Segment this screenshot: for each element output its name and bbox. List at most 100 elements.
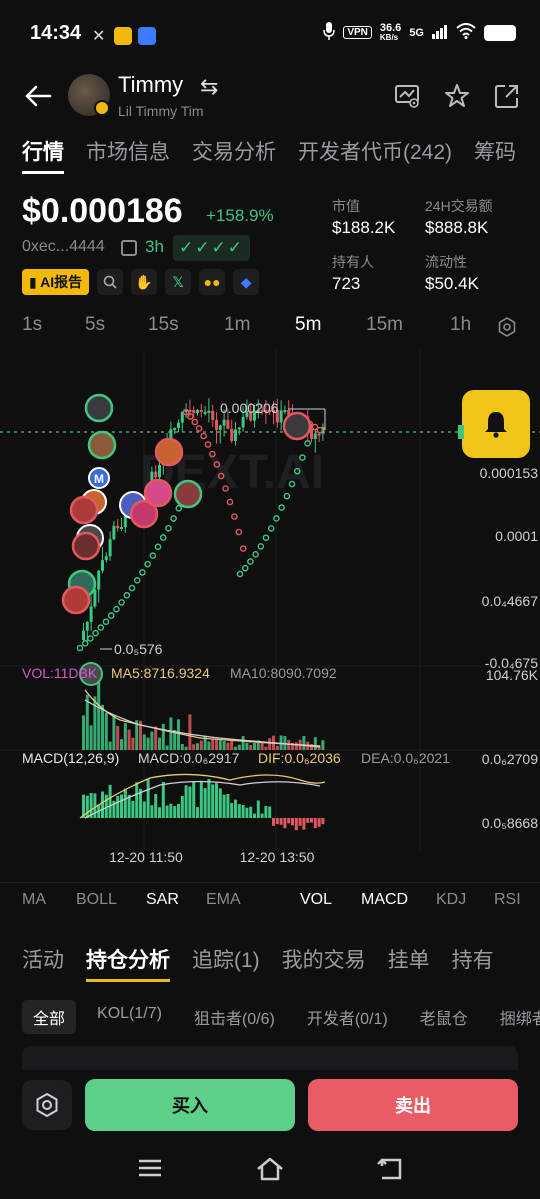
trader-marker (87, 430, 117, 460)
token-avatar (68, 74, 110, 116)
share-icon[interactable] (493, 82, 521, 110)
sar-dot (226, 498, 234, 506)
volume-bar (82, 715, 85, 750)
interval-15m[interactable]: 15m (366, 314, 403, 336)
menu-icon[interactable] (137, 1156, 167, 1184)
indicator-kdj[interactable]: KDJ (436, 891, 466, 909)
tab-dev-tokens[interactable]: 开发者代币(242) (298, 136, 452, 166)
buy-button[interactable]: 买入 (85, 1079, 295, 1131)
tab-orders[interactable]: 挂单 (388, 944, 430, 974)
tab-my-trades[interactable]: 我的交易 (282, 944, 366, 974)
interval-5s[interactable]: 5s (85, 314, 105, 336)
sell-button[interactable]: 卖出 (308, 1079, 518, 1131)
filter-developers[interactable]: 开发者(0/1) (296, 1000, 399, 1034)
star-icon[interactable] (443, 82, 471, 110)
candle (89, 606, 93, 622)
filter-insiders[interactable]: 老鼠仓 (409, 1000, 479, 1034)
macd-bar (272, 818, 275, 826)
back-arrow-icon[interactable] (22, 80, 54, 112)
filter-all[interactable]: 全部 (22, 1000, 77, 1034)
indicator-sar[interactable]: SAR (146, 891, 179, 909)
filter-kol[interactable]: KOL(1/7) (86, 1000, 173, 1034)
volume-bar (287, 739, 291, 750)
indicator-macd[interactable]: MACD (361, 891, 408, 909)
tab-chips[interactable]: 筹码 (474, 136, 516, 166)
swap-icon[interactable]: ⇆ (200, 74, 218, 100)
indicator-ma[interactable]: MA (22, 891, 46, 909)
macd-bar (302, 818, 306, 830)
macd-bar (150, 805, 154, 818)
macd-bar (123, 788, 127, 818)
indicator-rsi[interactable]: RSI (494, 891, 521, 909)
contract-address[interactable]: 0xec...4444 (22, 238, 105, 256)
chart-settings-icon[interactable] (496, 316, 518, 344)
macd-bar (321, 818, 325, 825)
macd-bar (165, 805, 169, 818)
x-twitter-icon[interactable]: 𝕏 (165, 269, 192, 295)
sar-dot (175, 505, 183, 512)
candle (218, 425, 222, 430)
sar-dot (231, 513, 238, 520)
price-alert-button[interactable] (462, 390, 530, 458)
macd-bar (317, 818, 321, 827)
filter-snipers[interactable]: 狙击者(0/6) (183, 1000, 286, 1034)
trader-marker (61, 585, 91, 615)
svg-text:M: M (94, 472, 104, 486)
volume-bar (253, 743, 256, 750)
candle (211, 410, 215, 420)
tab-tracking[interactable]: 追踪(1) (192, 944, 260, 974)
dea-value: DEA:0.0₆2021 (361, 750, 450, 766)
tab-market[interactable]: 行情 (22, 136, 64, 174)
holders-label: 持有人 (332, 254, 374, 270)
interval-1s[interactable]: 1s (22, 314, 42, 336)
interval-5m[interactable]: 5m (295, 314, 321, 336)
indicator-vol[interactable]: VOL (300, 891, 332, 909)
indicator-boll[interactable]: BOLL (76, 891, 117, 909)
tab-activity[interactable]: 活动 (22, 944, 64, 974)
macd-bar (237, 804, 241, 818)
monitor-watch-icon[interactable] (394, 82, 422, 110)
volume-bar (108, 741, 112, 750)
volume-bar (207, 741, 211, 750)
trade-settings-button[interactable] (22, 1080, 72, 1130)
tab-trade-analysis[interactable]: 交易分析 (192, 136, 276, 166)
tab-holdings-analysis[interactable]: 持仓分析 (86, 944, 170, 982)
hand-icon[interactable]: ✋ (131, 269, 158, 295)
sar-dot (241, 564, 249, 572)
home-icon[interactable] (255, 1156, 285, 1184)
ai-report-button[interactable]: ▮ AI报告 (22, 269, 90, 295)
sar-dot (247, 558, 254, 565)
interval-15s[interactable]: 15s (148, 314, 179, 336)
liquidity-value: $50.4K (425, 274, 479, 293)
macd-bar (135, 782, 139, 818)
wifi-icon (456, 23, 476, 42)
macd-bar (298, 818, 302, 826)
tab-holdings[interactable]: 持有 (452, 944, 494, 974)
back-nav-icon[interactable] (376, 1156, 406, 1184)
volume-value: $888.8K (425, 218, 489, 237)
macd-bar (234, 799, 237, 818)
volume-bar (268, 738, 272, 750)
interval-1h[interactable]: 1h (450, 314, 471, 336)
volume-bar (199, 740, 203, 750)
volume-axis-label: 104.76K (486, 667, 539, 683)
sar-dot (123, 592, 131, 599)
tab-market-info[interactable]: 市场信息 (86, 136, 170, 166)
copy-icon[interactable] (121, 240, 137, 256)
volume-bar (123, 723, 127, 750)
trader-marker (69, 495, 99, 525)
community-icon[interactable]: ●● (199, 269, 226, 295)
interval-1m[interactable]: 1m (224, 314, 250, 336)
candle (101, 560, 104, 571)
bell-icon (485, 412, 507, 438)
filter-bundlers[interactable]: 捆绑者 (489, 1000, 540, 1034)
volume-bar (294, 742, 298, 750)
volume-bar (127, 729, 131, 750)
volume-bar (283, 735, 287, 750)
macd-bar (313, 818, 317, 829)
chat-icon[interactable]: ◆ (233, 269, 260, 295)
search-icon[interactable] (97, 269, 124, 295)
indicator-ema[interactable]: EMA (206, 891, 241, 909)
volume-bar (146, 737, 150, 750)
macd-bar (310, 818, 313, 823)
